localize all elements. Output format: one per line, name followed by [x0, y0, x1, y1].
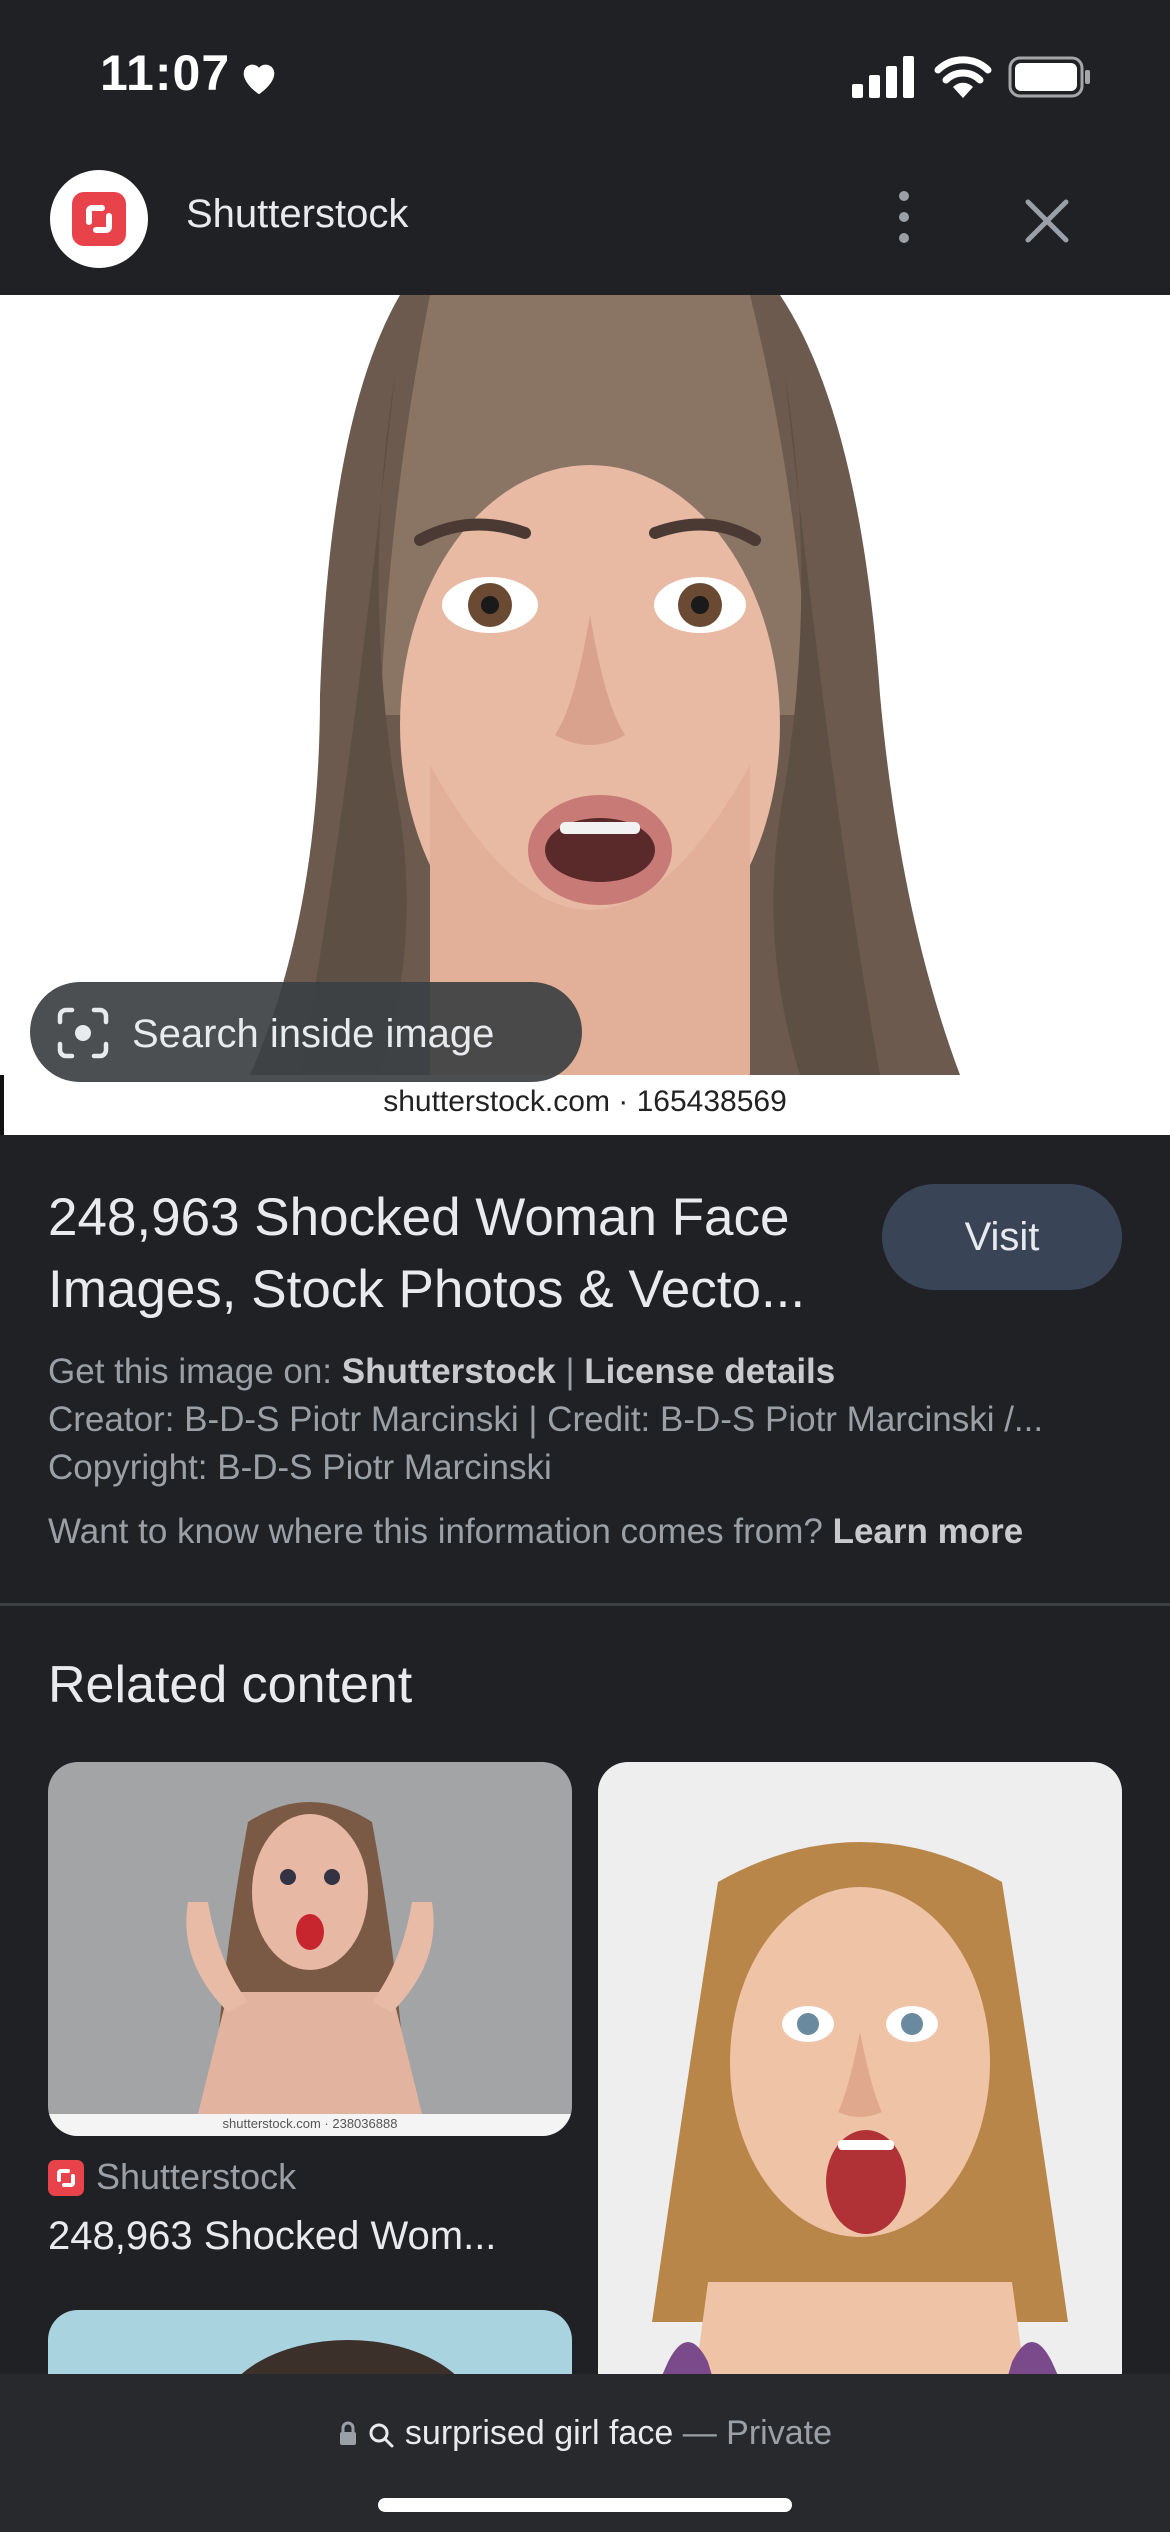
copyright-line: Copyright: B-D-S Piotr Marcinski	[48, 1448, 552, 1487]
thumb-watermark: shutterstock.com · 238036888	[222, 2116, 398, 2131]
lock-icon	[340, 2421, 356, 2445]
lens-icon	[57, 1007, 109, 1059]
site-name[interactable]: Shutterstock	[186, 192, 408, 237]
wifi-icon	[934, 56, 992, 98]
creator-line: Creator: B-D-S Piotr Marcinski | Credit:…	[48, 1400, 1044, 1439]
search-inside-image-label: Search inside image	[132, 1012, 495, 1056]
dash: —	[682, 2414, 717, 2452]
related-thumb-2[interactable]	[598, 1762, 1122, 2430]
address-line[interactable]: surprised girl face — Private	[0, 2414, 1170, 2453]
shutterstock-small-icon	[48, 2160, 84, 2196]
get-image-prefix: Get this image on:	[48, 1352, 333, 1391]
get-image-source-link[interactable]: Shutterstock	[342, 1352, 556, 1391]
related-source-name: Shutterstock	[96, 2156, 297, 2197]
private-mode-label: Private	[726, 2414, 832, 2452]
search-query: surprised girl face	[404, 2414, 674, 2452]
status-bar: 11:07	[0, 0, 1170, 150]
related-title[interactable]: 248,963 Shocked Wom...	[48, 2214, 572, 2259]
source-header: Shutterstock	[0, 150, 1170, 295]
home-indicator[interactable]	[378, 2498, 792, 2512]
info-source-line: Want to know where this information come…	[48, 1512, 1128, 1552]
learn-prefix: Want to know where this information come…	[48, 1512, 823, 1551]
learn-more-link[interactable]: Learn more	[833, 1512, 1024, 1551]
related-content-heading: Related content	[48, 1656, 413, 1714]
visit-button[interactable]: Visit	[882, 1184, 1122, 1290]
more-vert-icon[interactable]	[884, 182, 924, 252]
separator: |	[565, 1352, 575, 1391]
bottom-address-bar[interactable]: surprised girl face — Private	[0, 2374, 1170, 2532]
battery-icon	[1008, 56, 1090, 98]
heart-icon	[243, 64, 275, 95]
related-thumb-1[interactable]: shutterstock.com · 238036888	[48, 1762, 572, 2136]
search-icon	[369, 2423, 394, 2448]
close-icon[interactable]	[1020, 194, 1074, 248]
cellular-signal-icon	[852, 56, 914, 98]
search-inside-image-button[interactable]: Search inside image	[30, 982, 582, 1082]
section-divider	[0, 1603, 1170, 1606]
result-title[interactable]: 248,963 Shocked Woman Face Images, Stock…	[48, 1182, 868, 1326]
status-time: 11:07	[100, 45, 231, 101]
get-image-line: Get this image on: Shutterstock | Licens…	[48, 1352, 1128, 1392]
license-details-link[interactable]: License details	[584, 1352, 835, 1391]
image-watermark-caption: shutterstock.com · 165438569	[383, 1085, 787, 1118]
shutterstock-logo-icon	[50, 170, 148, 268]
